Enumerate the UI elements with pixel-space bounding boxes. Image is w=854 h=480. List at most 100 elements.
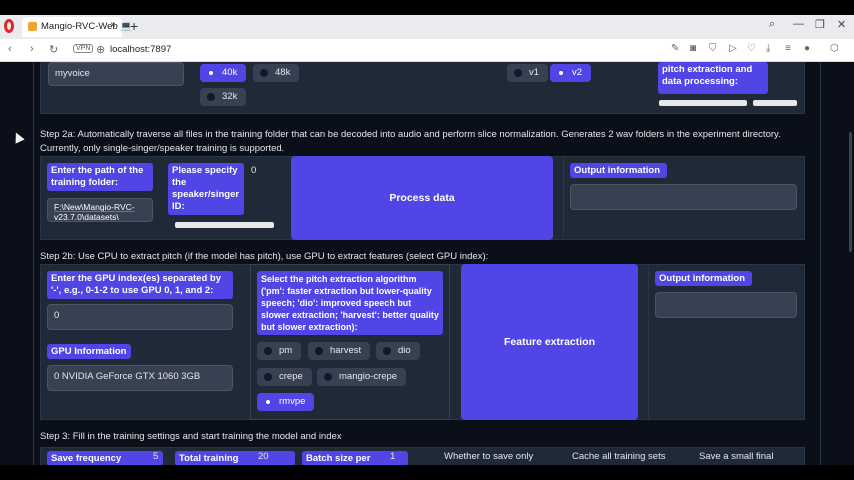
browser-tab[interactable]: Mangio-RVC-Web 💻 × (22, 17, 132, 37)
experiment-name-input[interactable]: myvoice (48, 62, 184, 86)
save-small-final-label: Save a small final (699, 451, 774, 462)
vpn-badge[interactable]: VPN (73, 44, 94, 53)
folder-value-line1: F:\New\Mangio-RVC- (54, 202, 135, 212)
radio-dot-icon (207, 93, 215, 101)
radio-label: crepe (279, 371, 303, 382)
radio-label: rmvpe (279, 396, 306, 407)
heart-icon[interactable]: ♡ (747, 43, 756, 54)
sample-rate-40k[interactable]: 40k (200, 64, 247, 82)
save-only-latest-label: Whether to save only (444, 451, 534, 462)
algo-dio[interactable]: dio (376, 342, 420, 360)
back-icon[interactable]: ‹ (8, 43, 12, 55)
version-v2[interactable]: v2 (550, 64, 592, 82)
total-training-value[interactable]: 20 (258, 451, 269, 462)
algo-pm[interactable]: pm (257, 342, 302, 360)
radio-label: harvest (330, 345, 362, 356)
radio-label: 32k (222, 91, 238, 102)
gpu-index-label: Enter the GPU index(es) separated by '-'… (47, 271, 233, 299)
algo-mangio-crepe[interactable]: mangio-crepe (317, 368, 407, 386)
batch-size-value[interactable]: 1 (390, 451, 395, 462)
edit-icon[interactable]: ✎ (671, 43, 679, 54)
reload-icon[interactable]: ↻ (49, 43, 58, 56)
sample-rate-32k[interactable]: 32k (200, 88, 247, 106)
feature-extraction-button[interactable]: Feature extraction (461, 264, 638, 420)
radio-dot-icon (514, 69, 522, 77)
minimize-icon[interactable]: — (793, 18, 804, 30)
radio-label: mangio-crepe (339, 371, 398, 382)
radio-label: pm (279, 345, 293, 356)
cpu-slider-track[interactable] (659, 100, 747, 106)
opera-logo-icon[interactable] (4, 19, 14, 33)
gpu-index-input[interactable]: 0 (47, 304, 233, 330)
menu-icon[interactable]: ≡ (785, 43, 791, 54)
step2b-description: Step 2b: Use CPU to extract pitch (if th… (40, 251, 489, 262)
app-content: myvoice 40k 48k 32k v1 v2 pitch extracti… (0, 62, 854, 465)
profile-icon[interactable]: ● (804, 43, 810, 54)
radio-label: 48k (275, 67, 291, 78)
radio-dot-icon (324, 373, 332, 381)
tab-favicon-icon (28, 22, 37, 31)
step2a-output-label: Output information (570, 163, 667, 178)
search-icon[interactable]: ⌕ (769, 18, 775, 31)
restore-icon[interactable]: ❐ (815, 18, 825, 31)
algo-crepe[interactable]: crepe (257, 368, 312, 386)
radio-dot-icon (209, 71, 213, 75)
step2a-output-field[interactable] (570, 184, 797, 210)
radio-dot-icon (266, 400, 270, 404)
tab-title: Mangio-RVC-Web 💻 (41, 21, 133, 32)
right-divider (820, 62, 821, 465)
shield-icon[interactable]: ⛉ (709, 43, 717, 54)
radio-dot-icon (264, 347, 272, 355)
version-v1[interactable]: v1 (507, 64, 549, 82)
site-info-icon[interactable]: ⊕ (96, 43, 105, 56)
radio-label: v1 (529, 67, 540, 78)
page-scrollbar[interactable] (849, 132, 852, 252)
forward-icon[interactable]: › (30, 43, 34, 55)
speaker-id-slider[interactable] (175, 222, 274, 228)
radio-dot-icon (260, 69, 268, 77)
algo-harvest[interactable]: harvest (308, 342, 371, 360)
cpu-processes-label: pitch extraction and data processing: (658, 62, 768, 94)
left-divider (33, 62, 34, 465)
tab-bar: Mangio-RVC-Web 💻 × + ⌕ — ❐ ✕ (0, 15, 854, 39)
pitch-algo-label: Select the pitch extraction algorithm ('… (257, 271, 443, 335)
training-folder-input[interactable]: F:\New\Mangio-RVC- v23.7.0\datasets\ (47, 198, 153, 222)
cpu-slider-value[interactable] (753, 100, 797, 106)
gpu-info-field[interactable]: 0 NVIDIA GeForce GTX 1060 3GB (47, 365, 233, 391)
process-data-button[interactable]: Process data (291, 156, 553, 240)
radio-dot-icon (383, 347, 391, 355)
bottom-black-border (0, 465, 854, 480)
radio-label: dio (398, 345, 411, 356)
radio-dot-icon (559, 71, 563, 75)
step2b-output-panel (648, 264, 805, 420)
speaker-id-label: Please specify the speaker/singer ID: (168, 163, 244, 215)
training-folder-label: Enter the path of the training folder: (47, 163, 153, 191)
play-icon[interactable]: ▷ (729, 43, 737, 54)
top-black-border (0, 0, 854, 15)
gpu-info-label: GPU Information (47, 344, 131, 359)
close-window-icon[interactable]: ✕ (837, 18, 846, 31)
radio-dot-icon (264, 373, 272, 381)
camera-icon[interactable]: ◙ (690, 43, 696, 54)
download-icon[interactable]: ⤓ (766, 43, 770, 54)
radio-dot-icon (315, 347, 323, 355)
save-frequency-label: Save frequency (47, 451, 163, 465)
sample-rate-48k[interactable]: 48k (253, 64, 300, 82)
url-field[interactable]: localhost:7897 (110, 44, 171, 55)
cpu-label-line1: pitch extraction and (662, 64, 753, 75)
tab-close-icon[interactable]: × (110, 20, 116, 31)
algo-rmvpe[interactable]: rmvpe (257, 393, 315, 411)
radio-label: 40k (222, 67, 238, 78)
step2a-description: Step 2a: Automatically traverse all file… (40, 129, 781, 154)
total-training-label: Total training (175, 451, 295, 465)
step2b-output-field[interactable] (655, 292, 797, 318)
cache-training-sets-label: Cache all training sets (572, 451, 666, 462)
extensions-icon[interactable]: ⬡ (830, 43, 839, 54)
save-frequency-value[interactable]: 5 (153, 451, 158, 462)
new-tab-button[interactable]: + (130, 18, 138, 34)
address-bar: ‹ › ↻ VPN ⊕ localhost:7897 ✎ ◙ ⛉ ▷ ♡ ⤓ ≡… (0, 39, 854, 62)
speaker-id-value[interactable]: 0 (251, 165, 256, 176)
cpu-label-line2: data processing: (662, 76, 739, 87)
radio-label: v2 (572, 67, 583, 78)
step2b-output-label: Output information (655, 271, 752, 286)
